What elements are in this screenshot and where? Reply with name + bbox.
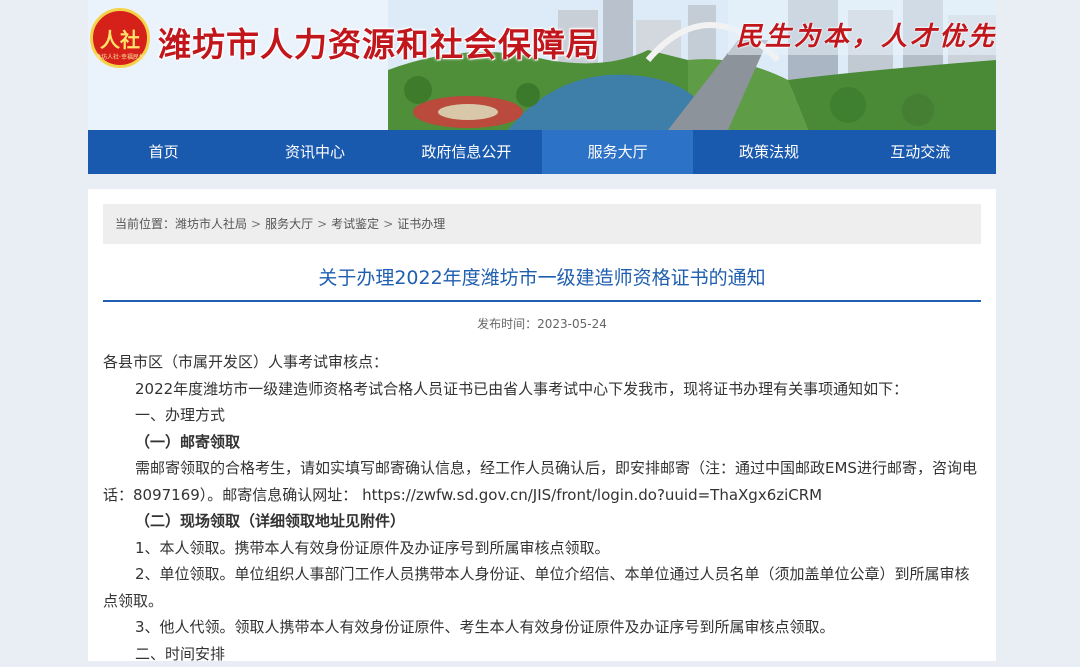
logo-subtext: 潍坊人社·幸福民生 xyxy=(93,52,147,61)
main-nav: 首页 资讯中心 政府信息公开 服务大厅 政策法规 互动交流 xyxy=(88,130,996,174)
publish-date-label: 发布时间： xyxy=(477,317,537,331)
publish-date-value: 2023-05-24 xyxy=(537,317,607,331)
article-body: 各县市区（市属开发区）人事考试审核点： 2022年度潍坊市一级建造师资格考试合格… xyxy=(103,349,981,667)
breadcrumb-link-service-hall[interactable]: 服务大厅 xyxy=(265,217,313,231)
nav-service-hall[interactable]: 服务大厅 xyxy=(542,130,693,174)
logo[interactable]: 人社 潍坊人社·幸福民生 xyxy=(90,8,150,68)
title-divider xyxy=(103,300,981,302)
subheading-onsite: （二）现场领取（详细领取地址见附件） xyxy=(103,508,981,535)
breadcrumb-link-bureau[interactable]: 潍坊市人社局 xyxy=(175,217,247,231)
breadcrumb-link-exam[interactable]: 考试鉴定 xyxy=(331,217,379,231)
nav-gov-info[interactable]: 政府信息公开 xyxy=(391,130,542,174)
article-title: 关于办理2022年度潍坊市一级建造师资格证书的通知 xyxy=(103,263,981,290)
mail-confirm-link[interactable]: https://zwfw.sd.gov.cn/JIS/front/login.d… xyxy=(362,486,822,504)
list-item-unit: 2、单位领取。单位组织人事部门工作人员携带本人身份证、单位介绍信、本单位通过人员… xyxy=(103,561,981,614)
logo-text: 人社 xyxy=(100,24,140,53)
breadcrumb-prefix: 当前位置： xyxy=(115,217,175,231)
list-item-proxy: 3、他人代领。领取人携带本人有效身份证原件、考生本人有效身份证原件及办证序号到所… xyxy=(103,614,981,641)
content-panel: 当前位置：潍坊市人社局 > 服务大厅 > 考试鉴定 > 证书办理 关于办理2022年度潍坊市… xyxy=(88,189,996,661)
header-banner: 人社 潍坊人社·幸福民生 潍坊市人力资源和社会保障局 民生为本，人才优先 xyxy=(88,0,996,130)
nav-news-center[interactable]: 资讯中心 xyxy=(239,130,390,174)
paragraph-mail: 需邮寄领取的合格考生，请如实填写邮寄确认信息，经工作人员确认后，即安排邮寄（注：… xyxy=(103,455,981,508)
breadcrumb-separator: > xyxy=(383,217,393,231)
nav-interaction[interactable]: 互动交流 xyxy=(845,130,996,174)
subheading-mail: （一）邮寄领取 xyxy=(103,429,981,456)
paragraph-salutation: 各县市区（市属开发区）人事考试审核点： xyxy=(103,349,981,376)
slogan: 民生为本，人才优先 xyxy=(736,16,996,53)
section-heading-method: 一、办理方式 xyxy=(103,402,981,429)
section-heading-schedule: 二、时间安排 xyxy=(103,641,981,667)
breadcrumb-separator: > xyxy=(317,217,327,231)
breadcrumb: 当前位置：潍坊市人社局 > 服务大厅 > 考试鉴定 > 证书办理 xyxy=(103,204,981,244)
publish-date: 发布时间：2023-05-24 xyxy=(103,315,981,332)
list-item-self: 1、本人领取。携带本人有效身份证原件及办证序号到所属审核点领取。 xyxy=(103,535,981,562)
nav-policies[interactable]: 政策法规 xyxy=(693,130,844,174)
breadcrumb-link-certificate[interactable]: 证书办理 xyxy=(397,217,445,231)
site-title: 潍坊市人力资源和社会保障局 xyxy=(158,18,600,66)
breadcrumb-separator: > xyxy=(251,217,261,231)
paragraph-intro: 2022年度潍坊市一级建造师资格考试合格人员证书已由省人事考试中心下发我市，现将… xyxy=(103,376,981,403)
nav-home[interactable]: 首页 xyxy=(88,130,239,174)
